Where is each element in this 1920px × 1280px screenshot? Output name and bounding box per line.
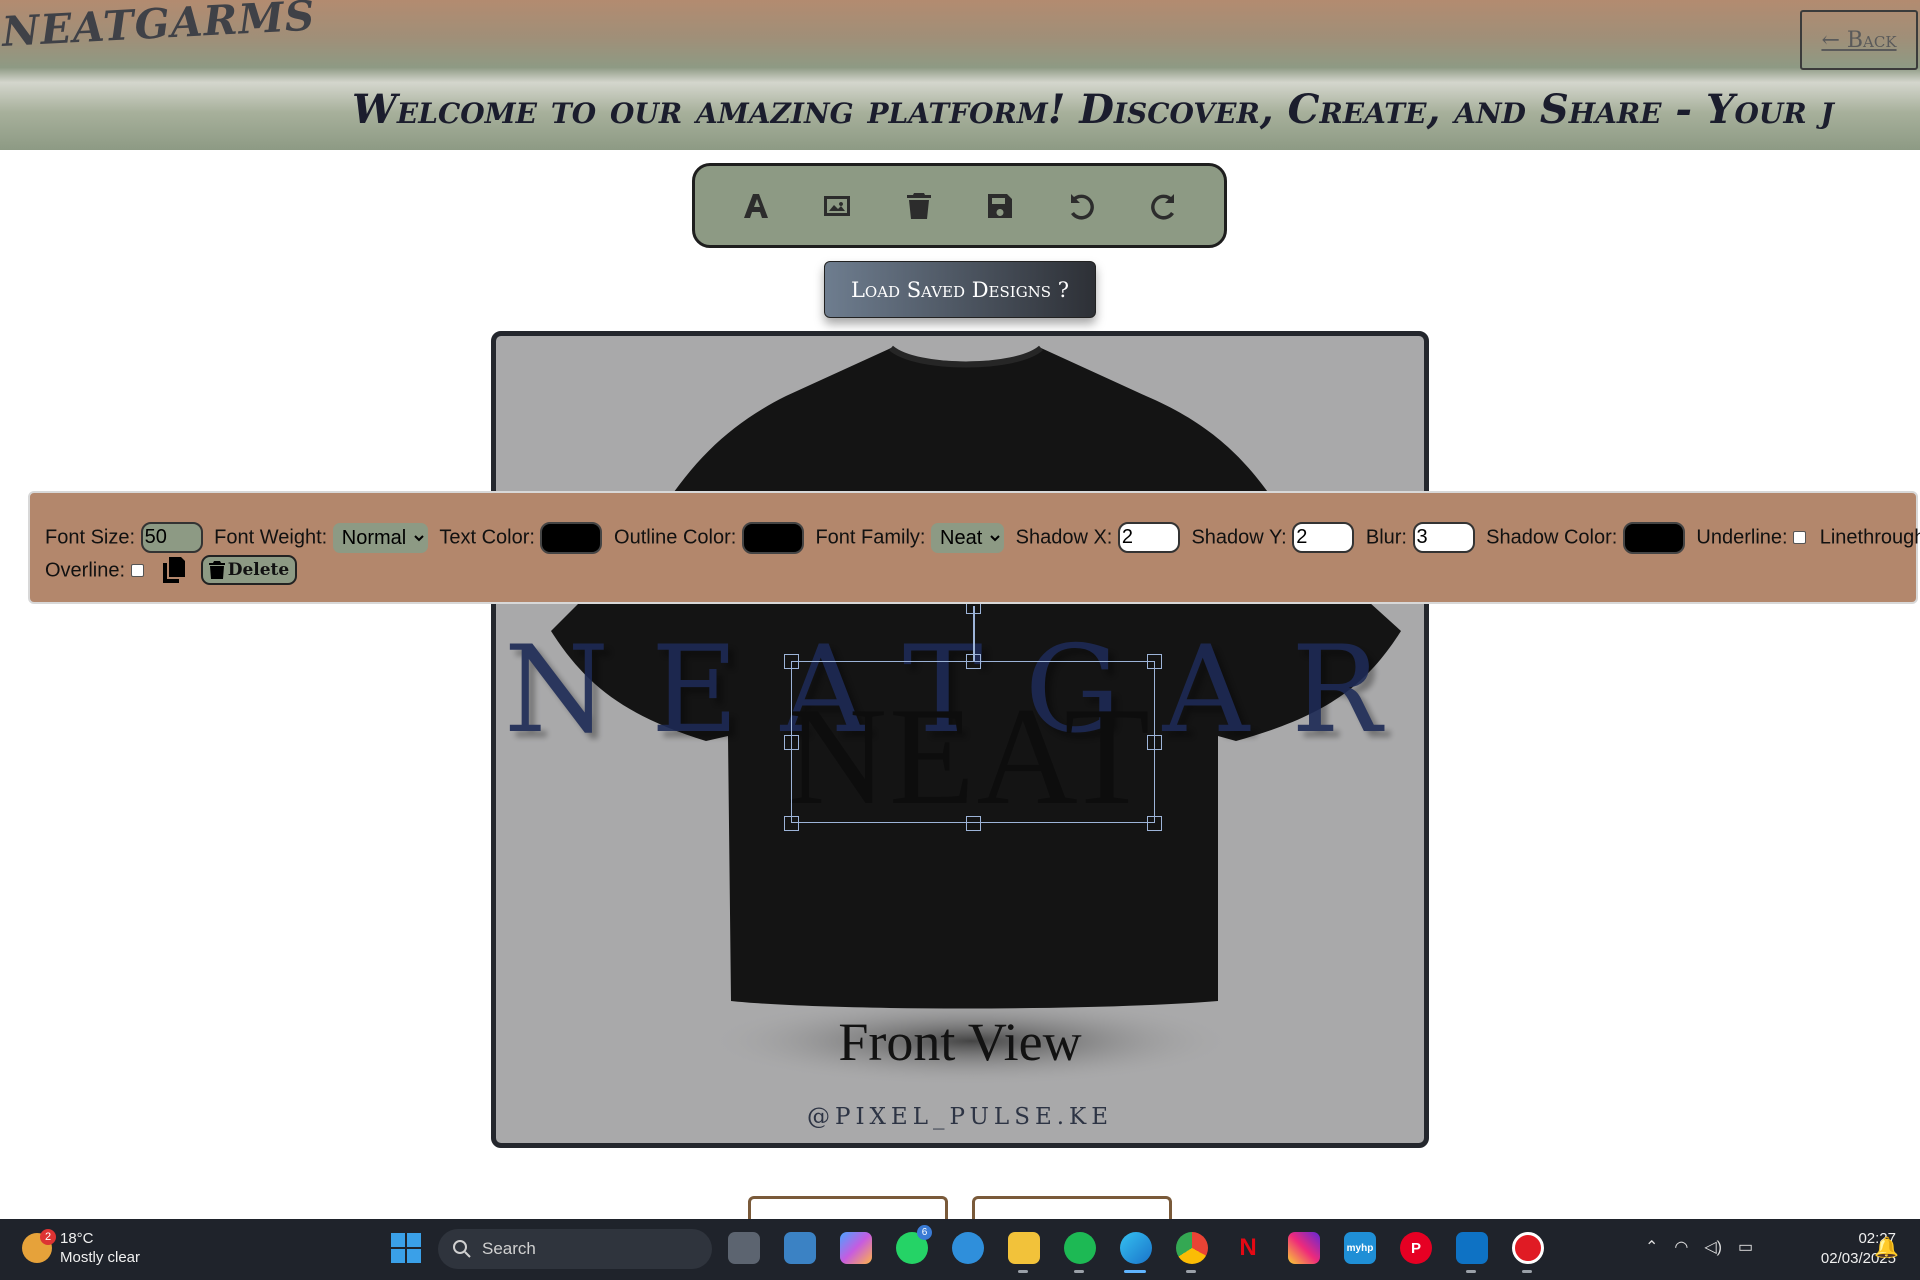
- trash-icon[interactable]: [894, 181, 944, 231]
- weather-temp: 18°C: [60, 1230, 94, 1247]
- resize-handle-bottom-left[interactable]: [784, 816, 799, 831]
- notification-bell-icon[interactable]: 🔔: [1874, 1235, 1899, 1260]
- weather-icon: 2: [22, 1229, 56, 1263]
- font-weight-select[interactable]: Normal: [332, 522, 428, 553]
- overline-checkbox[interactable]: [130, 563, 144, 577]
- battery-icon[interactable]: ▭: [1738, 1237, 1753, 1257]
- resize-handle-left[interactable]: [784, 735, 799, 750]
- font-weight-label: Font Weight:: [214, 526, 328, 549]
- myhp-icon[interactable]: myhp: [1342, 1227, 1378, 1269]
- save-icon[interactable]: [975, 181, 1025, 231]
- weather-desc: Mostly clear: [60, 1249, 141, 1266]
- instagram-icon[interactable]: [1286, 1227, 1322, 1269]
- browser-icon[interactable]: [950, 1227, 986, 1269]
- weather-widget[interactable]: 2 18°C Mostly clear: [22, 1229, 140, 1267]
- recorder-icon[interactable]: [1510, 1227, 1546, 1273]
- resize-handle-top-right[interactable]: [1147, 654, 1162, 669]
- view-thumbnail-frame-left[interactable]: [748, 1196, 948, 1220]
- delete-button[interactable]: Delete: [200, 555, 298, 586]
- taskbar-search[interactable]: Search: [438, 1229, 712, 1269]
- edge-icon[interactable]: [1118, 1227, 1154, 1273]
- shadow-y-label: Shadow Y:: [1191, 526, 1287, 549]
- wifi-icon[interactable]: ◠: [1674, 1237, 1688, 1257]
- chevron-up-icon[interactable]: ⌃: [1645, 1237, 1658, 1257]
- file-explorer-icon[interactable]: [1006, 1227, 1042, 1273]
- delete-label: Delete: [227, 560, 290, 581]
- shadow-x-input[interactable]: [1117, 522, 1180, 554]
- pinterest-icon[interactable]: P: [1398, 1227, 1434, 1269]
- vscode-icon[interactable]: [1454, 1227, 1490, 1273]
- resize-handle-bottom[interactable]: [966, 816, 981, 831]
- text-tool-icon[interactable]: [731, 181, 781, 231]
- font-size-input[interactable]: [140, 522, 203, 554]
- chrome-icon[interactable]: [1174, 1227, 1210, 1273]
- shadow-color-picker[interactable]: [1622, 521, 1685, 554]
- shadow-y-input[interactable]: [1292, 522, 1355, 554]
- front-view-label: Front View: [838, 1012, 1082, 1072]
- whatsapp-badge: 6: [917, 1225, 932, 1240]
- shadow-x-label: Shadow X:: [1015, 526, 1113, 549]
- linethrough-label: Linethrough:: [1819, 526, 1920, 549]
- text-color-picker[interactable]: [540, 521, 603, 554]
- task-view-icon[interactable]: [726, 1227, 762, 1269]
- search-icon: [453, 1240, 471, 1258]
- search-placeholder: Search: [482, 1239, 536, 1258]
- whatsapp-icon[interactable]: 6: [894, 1225, 932, 1269]
- resize-handle-top[interactable]: [966, 654, 981, 669]
- windows-start-icon[interactable]: [391, 1233, 421, 1263]
- volume-icon[interactable]: ◁): [1704, 1237, 1722, 1257]
- copy-icon[interactable]: [163, 557, 186, 584]
- back-button[interactable]: ← Back: [1800, 10, 1918, 70]
- spotify-icon[interactable]: [1062, 1227, 1098, 1273]
- text-color-label: Text Color:: [439, 526, 535, 549]
- resize-handle-bottom-right[interactable]: [1147, 816, 1162, 831]
- underline-label: Underline:: [1696, 526, 1788, 549]
- resize-handle-top-left[interactable]: [784, 654, 799, 669]
- system-tray: ⌃ ◠ ◁) ▭: [1645, 1237, 1753, 1257]
- page: NEATGARMS ← Back Welcome to our amazing …: [0, 0, 1920, 1280]
- image-tool-icon[interactable]: [812, 181, 862, 231]
- blur-label: Blur:: [1365, 526, 1407, 549]
- font-size-label: Font Size:: [45, 526, 136, 549]
- redo-icon[interactable]: [1138, 181, 1188, 231]
- rotation-handle-line: [973, 606, 975, 661]
- underline-checkbox[interactable]: [1793, 531, 1807, 545]
- load-saved-designs-button[interactable]: Load Saved Designs ?: [824, 261, 1096, 318]
- font-family-select[interactable]: Neat: [931, 522, 1005, 553]
- header: NEATGARMS ← Back Welcome to our amazing …: [0, 0, 1920, 150]
- outline-color-label: Outline Color:: [614, 526, 737, 549]
- copilot-icon[interactable]: [838, 1227, 874, 1269]
- selection-box[interactable]: [791, 661, 1155, 823]
- welcome-marquee: Welcome to our amazing platform! Discove…: [352, 86, 1834, 133]
- design-toolbar: [692, 163, 1227, 248]
- text-properties-panel: Font Size: Font Weight: Normal Text Colo…: [28, 491, 1920, 604]
- weather-badge: 2: [40, 1229, 56, 1245]
- view-thumbnail-frame-right[interactable]: [972, 1196, 1172, 1220]
- watermark-handle: @PIXEL_PULSE.KE: [806, 1104, 1114, 1130]
- netflix-icon[interactable]: N: [1230, 1227, 1266, 1269]
- site-logo[interactable]: NEATGARMS: [1, 0, 317, 56]
- store-icon[interactable]: [782, 1227, 818, 1269]
- design-canvas[interactable]: NEATGARMS NEAT Front View @PIXEL_PULSE.K…: [491, 331, 1429, 1148]
- overline-label: Overline:: [45, 559, 126, 582]
- taskbar: 2 18°C Mostly clear Search 6 N myhp P ⌃ …: [0, 1219, 1920, 1280]
- outline-color-picker[interactable]: [741, 521, 804, 554]
- shadow-color-label: Shadow Color:: [1486, 526, 1618, 549]
- blur-input[interactable]: [1412, 522, 1475, 554]
- trash-icon: [208, 561, 225, 580]
- font-family-label: Font Family:: [815, 526, 926, 549]
- resize-handle-right[interactable]: [1147, 735, 1162, 750]
- undo-icon[interactable]: [1057, 181, 1107, 231]
